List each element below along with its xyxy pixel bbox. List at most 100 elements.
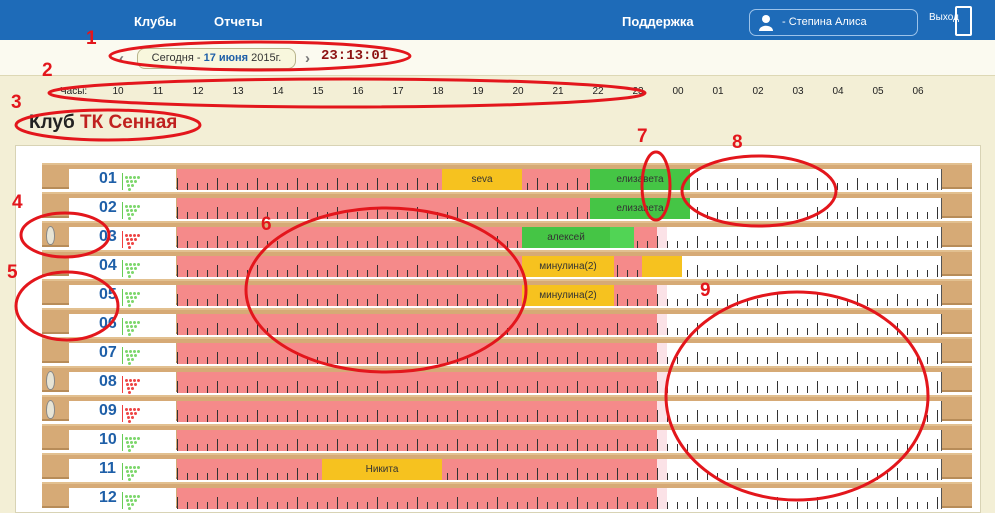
lane-label[interactable]: 08 xyxy=(69,372,176,394)
logout-icon[interactable] xyxy=(955,6,972,36)
booking-block[interactable] xyxy=(642,256,682,277)
timeline-tick xyxy=(217,497,218,509)
timeline-tick xyxy=(847,183,848,190)
lane-label[interactable]: 05 xyxy=(69,285,176,307)
lane-number: 06 xyxy=(99,315,117,332)
timeline-tick xyxy=(477,357,478,364)
booking-block[interactable] xyxy=(610,227,634,248)
timeline-tick xyxy=(847,444,848,451)
next-day-icon[interactable]: › xyxy=(305,50,310,67)
lane-label[interactable]: 09 xyxy=(69,401,176,423)
booking-block[interactable]: алексей xyxy=(522,227,610,248)
lane-label[interactable]: 07 xyxy=(69,343,176,365)
timeline-tick xyxy=(877,473,878,480)
hour-label: 05 xyxy=(872,86,884,97)
timeline-tick xyxy=(897,410,898,422)
timeline-tick xyxy=(797,415,798,422)
lane-label[interactable]: 04 xyxy=(69,256,176,278)
timeline-tick xyxy=(177,265,178,277)
user-profile-button[interactable]: - Степина Алиса Игоревна xyxy=(749,9,918,53)
pins-status-icon xyxy=(122,347,144,365)
hour-label: 03 xyxy=(792,86,804,97)
lane-timeline[interactable] xyxy=(177,372,942,393)
timeline-tick xyxy=(487,212,488,219)
timeline-tick xyxy=(397,415,398,422)
timeline-tick xyxy=(857,236,858,248)
timeline-tick xyxy=(887,212,888,219)
lane-timeline[interactable]: минулина(2) xyxy=(177,256,942,277)
lane-label[interactable]: 03 xyxy=(69,227,176,249)
timeline-tick xyxy=(777,352,778,364)
lane-label[interactable]: 02 xyxy=(69,198,176,220)
timeline-tick xyxy=(507,299,508,306)
timeline-tick xyxy=(877,241,878,248)
previous-day-icon[interactable]: ‹ xyxy=(119,50,124,67)
lane-timeline[interactable]: seva елизавета xyxy=(177,169,942,190)
lane-label[interactable]: 06 xyxy=(69,314,176,336)
booking-block[interactable]: минулина(2) xyxy=(522,256,614,277)
timeline-tick xyxy=(777,497,778,509)
booking-block[interactable]: seva xyxy=(442,169,522,190)
timeline-tick xyxy=(177,352,178,364)
timeline-tick xyxy=(577,207,578,219)
timeline-tick xyxy=(427,241,428,248)
timeline-tick xyxy=(307,299,308,306)
timeline-tick xyxy=(297,439,298,451)
timeline-tick xyxy=(727,183,728,190)
timeline-tick xyxy=(357,212,358,219)
timeline-tick xyxy=(867,415,868,422)
lane-label[interactable]: 10 xyxy=(69,430,176,452)
nav-clubs[interactable]: Клубы xyxy=(134,14,176,29)
timeline-tick xyxy=(697,468,698,480)
timeline-tick xyxy=(267,415,268,422)
lane-timeline[interactable]: Никита xyxy=(177,459,942,480)
timeline-tick xyxy=(437,212,438,219)
timeline-tick xyxy=(307,473,308,480)
timeline-tick xyxy=(827,270,828,277)
nav-reports[interactable]: Отчеты xyxy=(214,14,263,29)
timeline-tick xyxy=(207,299,208,306)
lane-label[interactable]: 11 xyxy=(69,459,176,481)
lane-timeline[interactable]: минулина(2) xyxy=(177,285,942,306)
timeline-tick xyxy=(207,502,208,509)
timeline-tick xyxy=(687,386,688,393)
booking-block[interactable]: елизавета xyxy=(590,198,690,219)
timeline-tick xyxy=(807,502,808,509)
timeline-tick xyxy=(647,241,648,248)
timeline-tick xyxy=(507,328,508,335)
timeline-tick xyxy=(837,212,838,219)
timeline-tick xyxy=(867,473,868,480)
timeline-tick xyxy=(567,183,568,190)
pins-status-icon xyxy=(122,405,144,423)
lane-label[interactable]: 01 xyxy=(69,169,176,191)
timeline-tick xyxy=(387,444,388,451)
timeline-tick xyxy=(287,415,288,422)
nav-support[interactable]: Поддержка xyxy=(622,14,694,29)
timeline-tick xyxy=(427,299,428,306)
lane-timeline[interactable]: алексей xyxy=(177,227,942,248)
date-selector[interactable]: Сегодня - 17 июня 2015г. xyxy=(137,48,296,69)
lane-timeline[interactable] xyxy=(177,314,942,335)
timeline-tick xyxy=(507,270,508,277)
timeline-tick xyxy=(637,502,638,509)
lane-timeline[interactable] xyxy=(177,488,942,509)
timeline-tick xyxy=(227,502,228,509)
timeline-tick xyxy=(187,444,188,451)
lane-timeline[interactable] xyxy=(177,401,942,422)
lane-number: 03 xyxy=(99,228,117,245)
timeline-tick xyxy=(177,468,178,480)
booking-block[interactable]: Никита xyxy=(322,459,442,480)
timeline-tick xyxy=(457,265,458,277)
lane-timeline[interactable] xyxy=(177,430,942,451)
timeline-tick xyxy=(857,207,858,219)
timeline-tick xyxy=(867,270,868,277)
timeline-tick xyxy=(807,241,808,248)
booking-block[interactable]: елизавета xyxy=(590,169,690,190)
lane-timeline[interactable]: елизавета xyxy=(177,198,942,219)
timeline-tick xyxy=(767,328,768,335)
timeline-tick xyxy=(217,410,218,422)
lane-label[interactable]: 12 xyxy=(69,488,176,510)
booking-block[interactable]: минулина(2) xyxy=(522,285,614,306)
timeline-tick xyxy=(537,178,538,190)
lane-timeline[interactable] xyxy=(177,343,942,364)
